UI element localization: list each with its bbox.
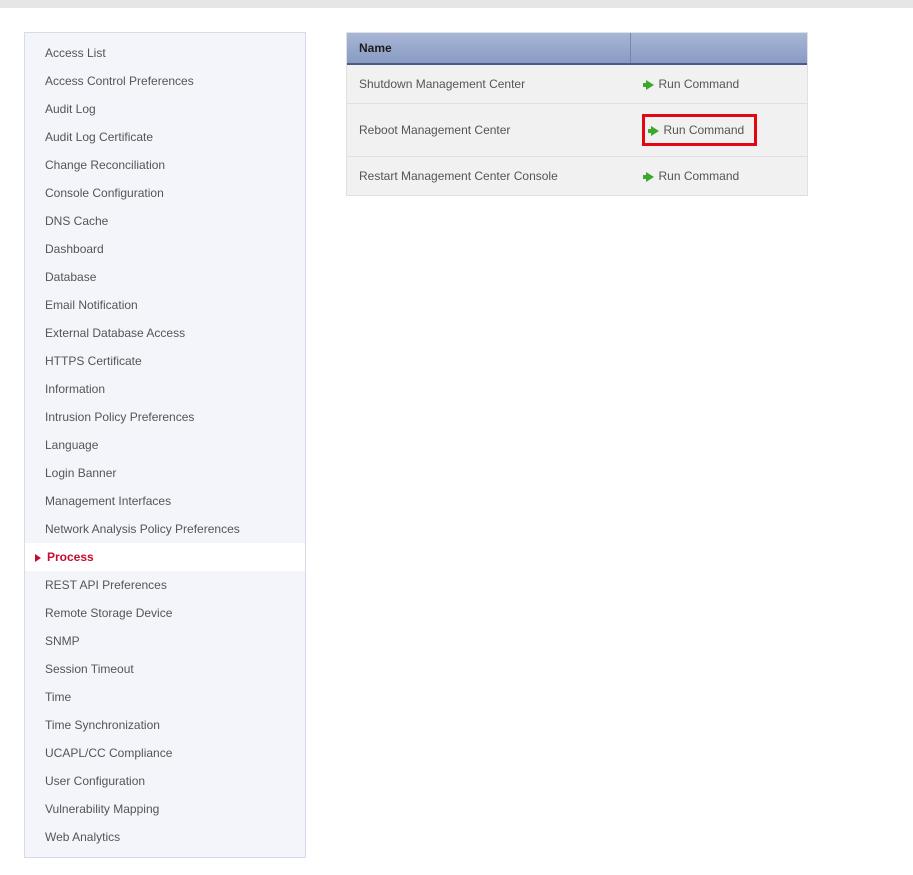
process-action-cell: Run Command: [630, 157, 807, 196]
run-command-link[interactable]: Run Command: [642, 75, 743, 93]
run-command-wrap: Run Command: [642, 167, 743, 185]
sidebar-item-label: Management Interfaces: [45, 494, 171, 508]
run-command-label: Run Command: [658, 77, 739, 91]
sidebar-item-audit-log[interactable]: Audit Log: [25, 95, 305, 123]
sidebar-item-rest-api-preferences[interactable]: REST API Preferences: [25, 571, 305, 599]
sidebar-item-label: Remote Storage Device: [45, 606, 172, 620]
process-table: Name Shutdown Management Center Run Comm…: [347, 33, 807, 195]
arrow-right-icon: [651, 126, 659, 136]
sidebar-item-label: Database: [45, 270, 96, 284]
run-command-highlight-box: Run Command: [642, 114, 757, 146]
sidebar: Access List Access Control Preferences A…: [24, 32, 306, 858]
process-action-cell: Run Command: [630, 64, 807, 104]
process-name: Restart Management Center Console: [347, 157, 630, 196]
sidebar-item-vulnerability-mapping[interactable]: Vulnerability Mapping: [25, 795, 305, 823]
sidebar-item-label: Language: [45, 438, 98, 452]
table-row: Shutdown Management Center Run Command: [347, 64, 807, 104]
sidebar-item-label: Dashboard: [45, 242, 104, 256]
process-name: Shutdown Management Center: [347, 64, 630, 104]
sidebar-item-label: Time: [45, 690, 71, 704]
sidebar-item-ucapl-cc-compliance[interactable]: UCAPL/CC Compliance: [25, 739, 305, 767]
sidebar-item-label: Information: [45, 382, 105, 396]
sidebar-item-intrusion-policy-preferences[interactable]: Intrusion Policy Preferences: [25, 403, 305, 431]
table-header-row: Name: [347, 33, 807, 64]
run-command-label: Run Command: [658, 169, 739, 183]
sidebar-item-management-interfaces[interactable]: Management Interfaces: [25, 487, 305, 515]
process-panel: Name Shutdown Management Center Run Comm…: [346, 32, 808, 196]
sidebar-item-process[interactable]: Process: [25, 543, 305, 571]
sidebar-item-label: Web Analytics: [45, 830, 120, 844]
column-header-action: [630, 33, 807, 64]
sidebar-item-label: Access Control Preferences: [45, 74, 194, 88]
sidebar-item-dns-cache[interactable]: DNS Cache: [25, 207, 305, 235]
arrow-right-icon: [646, 80, 654, 90]
sidebar-item-label: HTTPS Certificate: [45, 354, 142, 368]
sidebar-item-label: Audit Log Certificate: [45, 130, 153, 144]
top-strip: [0, 0, 913, 8]
sidebar-item-label: Audit Log: [45, 102, 96, 116]
sidebar-item-label: REST API Preferences: [45, 578, 167, 592]
sidebar-item-database[interactable]: Database: [25, 263, 305, 291]
sidebar-item-label: Console Configuration: [45, 186, 164, 200]
sidebar-item-language[interactable]: Language: [25, 431, 305, 459]
table-row: Restart Management Center Console Run Co…: [347, 157, 807, 196]
sidebar-item-time[interactable]: Time: [25, 683, 305, 711]
sidebar-item-label: DNS Cache: [45, 214, 108, 228]
sidebar-item-dashboard[interactable]: Dashboard: [25, 235, 305, 263]
table-row: Reboot Management Center Run Command: [347, 104, 807, 157]
sidebar-item-label: Access List: [45, 46, 106, 60]
sidebar-item-label: Process: [47, 550, 94, 564]
sidebar-item-snmp[interactable]: SNMP: [25, 627, 305, 655]
sidebar-item-session-timeout[interactable]: Session Timeout: [25, 655, 305, 683]
sidebar-item-access-control-preferences[interactable]: Access Control Preferences: [25, 67, 305, 95]
arrow-right-icon: [646, 172, 654, 182]
sidebar-item-time-synchronization[interactable]: Time Synchronization: [25, 711, 305, 739]
sidebar-item-email-notification[interactable]: Email Notification: [25, 291, 305, 319]
run-command-label: Run Command: [663, 123, 744, 137]
run-command-link[interactable]: Run Command: [647, 121, 748, 139]
sidebar-item-login-banner[interactable]: Login Banner: [25, 459, 305, 487]
sidebar-item-label: Session Timeout: [45, 662, 134, 676]
sidebar-item-console-configuration[interactable]: Console Configuration: [25, 179, 305, 207]
sidebar-item-label: Network Analysis Policy Preferences: [45, 522, 240, 536]
sidebar-item-remote-storage-device[interactable]: Remote Storage Device: [25, 599, 305, 627]
sidebar-item-external-database-access[interactable]: External Database Access: [25, 319, 305, 347]
sidebar-item-label: External Database Access: [45, 326, 185, 340]
sidebar-item-label: UCAPL/CC Compliance: [45, 746, 172, 760]
sidebar-item-change-reconciliation[interactable]: Change Reconciliation: [25, 151, 305, 179]
sidebar-item-label: Time Synchronization: [45, 718, 160, 732]
sidebar-item-label: User Configuration: [45, 774, 145, 788]
caret-right-icon: [35, 554, 41, 562]
process-name: Reboot Management Center: [347, 104, 630, 157]
sidebar-item-audit-log-certificate[interactable]: Audit Log Certificate: [25, 123, 305, 151]
sidebar-item-network-analysis-policy-preferences[interactable]: Network Analysis Policy Preferences: [25, 515, 305, 543]
sidebar-item-label: SNMP: [45, 634, 80, 648]
sidebar-item-label: Vulnerability Mapping: [45, 802, 159, 816]
sidebar-item-information[interactable]: Information: [25, 375, 305, 403]
sidebar-item-access-list[interactable]: Access List: [25, 39, 305, 67]
sidebar-item-label: Intrusion Policy Preferences: [45, 410, 194, 424]
sidebar-item-https-certificate[interactable]: HTTPS Certificate: [25, 347, 305, 375]
page-body: Access List Access Control Preferences A…: [0, 8, 913, 858]
run-command-wrap: Run Command: [642, 75, 743, 93]
column-header-name: Name: [347, 33, 630, 64]
process-action-cell: Run Command: [630, 104, 807, 157]
sidebar-item-web-analytics[interactable]: Web Analytics: [25, 823, 305, 851]
sidebar-item-user-configuration[interactable]: User Configuration: [25, 767, 305, 795]
sidebar-item-label: Email Notification: [45, 298, 138, 312]
sidebar-item-label: Change Reconciliation: [45, 158, 165, 172]
run-command-link[interactable]: Run Command: [642, 167, 743, 185]
sidebar-item-label: Login Banner: [45, 466, 116, 480]
